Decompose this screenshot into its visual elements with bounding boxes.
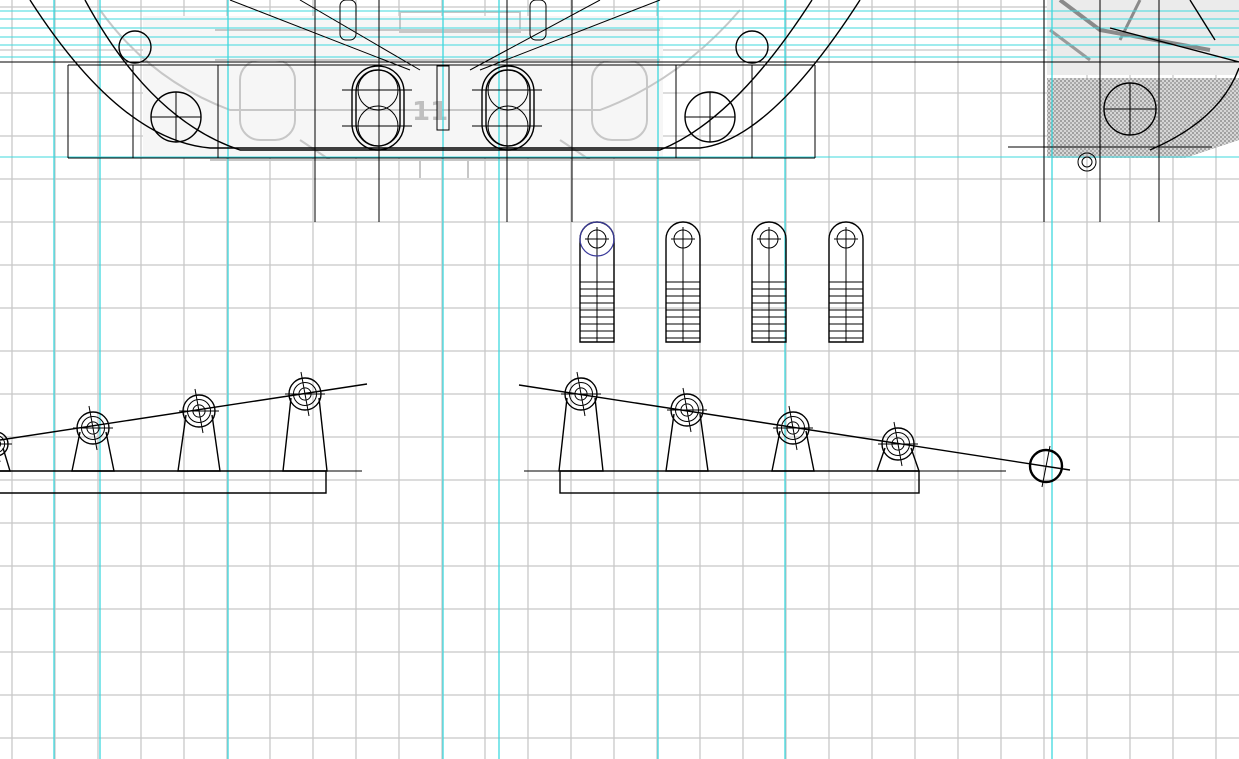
crosshair-circle[interactable] — [684, 91, 736, 143]
comb-part[interactable] — [751, 221, 787, 343]
support-post[interactable] — [665, 413, 709, 472]
crosshair-circle[interactable] — [150, 91, 202, 143]
right-roller-assembly[interactable] — [518, 371, 1071, 494]
roller-wheel[interactable] — [773, 405, 813, 451]
end-pulley-circle[interactable] — [1028, 445, 1064, 488]
roller-wheel[interactable] — [561, 371, 601, 417]
cad-drawing-canvas[interactable]: 11 — [0, 0, 1239, 759]
support-post[interactable] — [71, 431, 115, 472]
base-plate[interactable] — [0, 470, 327, 494]
reference-image-layer: 11 — [99, 0, 1239, 178]
comb-part[interactable] — [828, 221, 864, 343]
crosshair-circle[interactable] — [1103, 82, 1157, 136]
roller-wheel[interactable] — [73, 405, 113, 451]
roller-wheel[interactable] — [878, 421, 918, 467]
comb-part[interactable] — [579, 221, 615, 343]
comb-parts-row[interactable] — [579, 221, 864, 343]
roller-wheel[interactable] — [285, 371, 325, 417]
comb-part[interactable] — [665, 221, 701, 343]
support-post[interactable] — [558, 397, 604, 472]
support-post[interactable] — [282, 397, 328, 472]
bolt-hole-circle[interactable] — [735, 30, 769, 64]
